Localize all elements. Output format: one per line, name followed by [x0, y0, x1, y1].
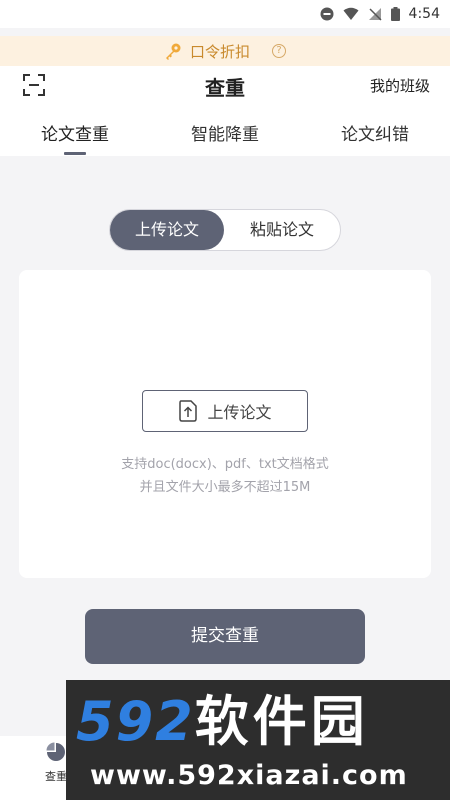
upload-paper-option[interactable]: 上传论文: [110, 210, 224, 250]
upload-file-icon: [179, 400, 198, 422]
status-bar: 4:54: [0, 0, 450, 28]
key-icon: [165, 43, 181, 60]
upload-card: 上传论文 支持doc(docx)、pdf、txt文档格式 并且文件大小最多不超过…: [19, 270, 431, 578]
no-signal-icon: [368, 8, 382, 21]
watermark-name: 软件园: [194, 690, 369, 753]
input-mode-toggle: 上传论文 粘贴论文: [109, 209, 341, 251]
upload-file-button[interactable]: 上传论文: [142, 390, 308, 432]
tab-bar: 论文查重 智能降重 论文纠错: [0, 106, 450, 156]
watermark-url: www.592xiazai.com: [90, 760, 408, 791]
do-not-disturb-icon: [320, 7, 334, 21]
promo-label: 口令折扣: [189, 42, 250, 61]
promo-banner[interactable]: 口令折扣 ?: [0, 36, 450, 66]
pie-chart-icon: [46, 742, 65, 761]
wifi-icon: [343, 7, 359, 20]
tab-paper-correction[interactable]: 论文纠错: [300, 120, 450, 145]
tab-paper-check[interactable]: 论文查重: [0, 120, 150, 145]
help-icon[interactable]: ?: [272, 44, 286, 58]
watermark-overlay: 592软件园 www.592xiazai.com: [66, 680, 450, 800]
watermark-number: 592: [76, 690, 195, 753]
my-class-link[interactable]: 我的班级: [370, 75, 430, 96]
upload-file-label: 上传论文: [207, 403, 272, 422]
tab-active-indicator: [64, 152, 86, 155]
status-time: 4:54: [408, 6, 440, 22]
tab-smart-rewrite[interactable]: 智能降重: [150, 120, 300, 145]
size-hint: 并且文件大小最多不超过15M: [139, 480, 311, 495]
app-header: 查重 我的班级: [0, 66, 450, 106]
format-hint: 支持doc(docx)、pdf、txt文档格式: [121, 457, 329, 472]
paste-paper-option[interactable]: 粘贴论文: [224, 210, 340, 250]
watermark-logo: 592软件园: [76, 692, 440, 752]
battery-icon: [390, 7, 400, 21]
submit-check-button[interactable]: 提交查重: [85, 609, 365, 664]
